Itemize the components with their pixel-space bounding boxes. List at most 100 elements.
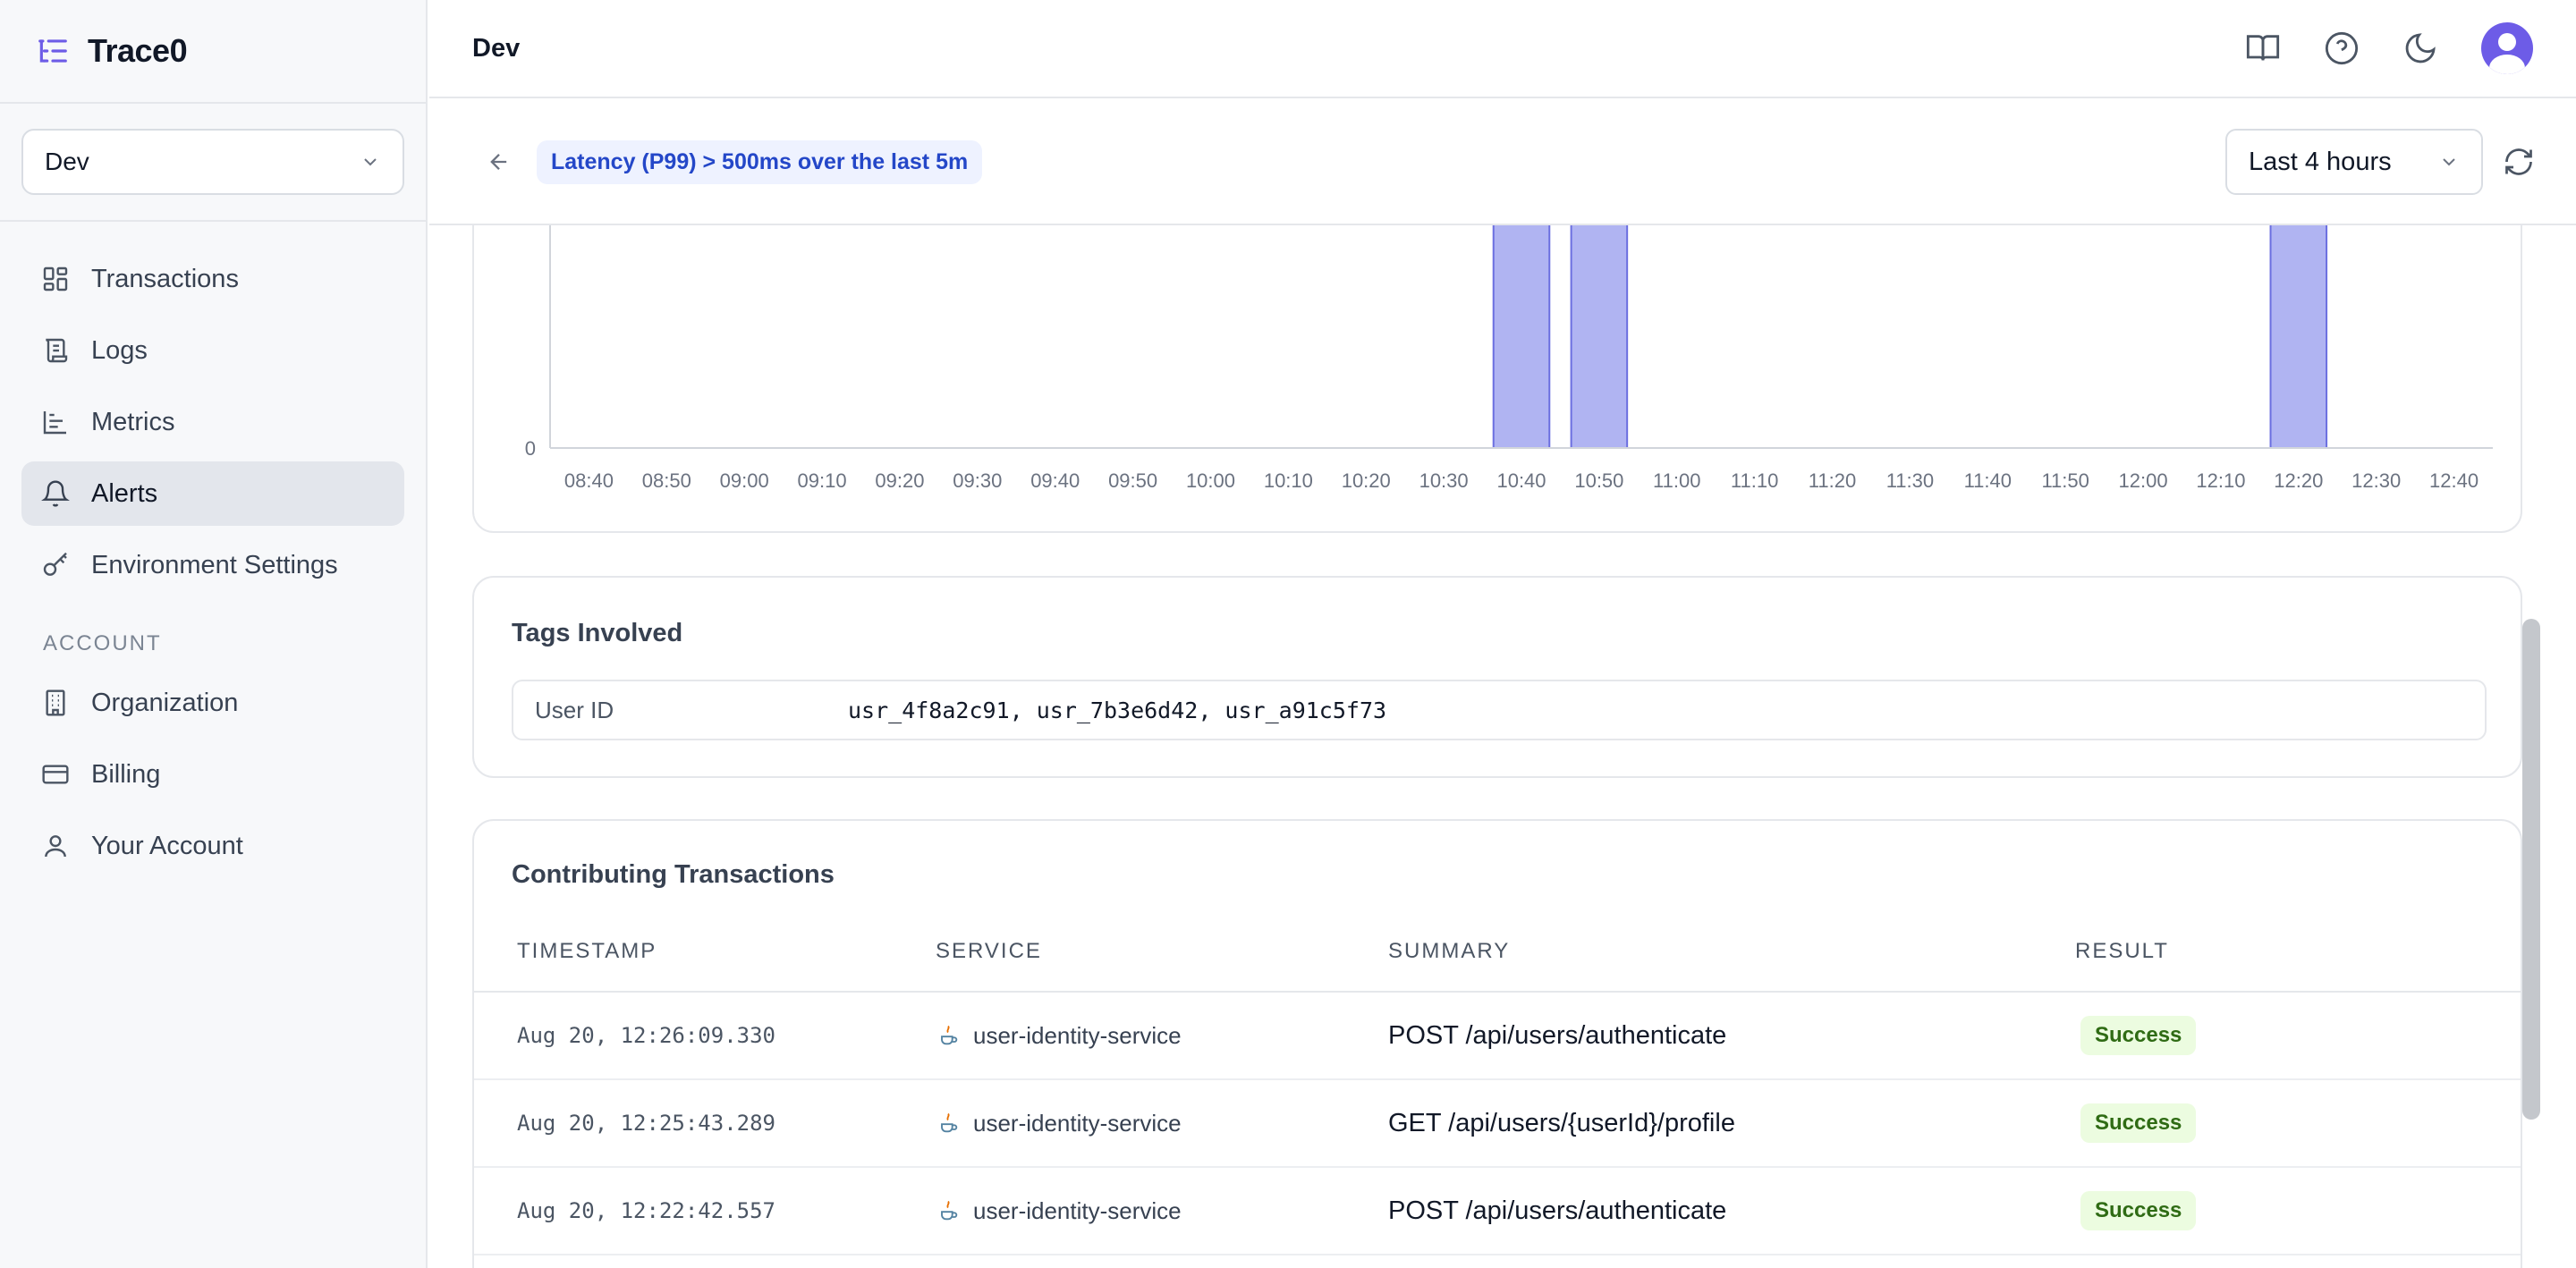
help-icon[interactable] bbox=[2324, 30, 2360, 66]
chevron-down-icon bbox=[2443, 158, 2455, 166]
top-header: Dev bbox=[429, 0, 2576, 98]
sidebar-item-metrics[interactable]: Metrics bbox=[21, 390, 404, 454]
y-tick-label: 0 bbox=[525, 437, 536, 460]
back-button[interactable] bbox=[481, 144, 517, 180]
alert-header: Latency (P99) > 500ms over the last 5m L… bbox=[429, 100, 2576, 225]
table-header: TIMESTAMP SERVICE SUMMARY RESULT bbox=[474, 934, 2521, 993]
time-range-select[interactable]: Last 4 hours bbox=[2225, 129, 2483, 195]
bell-icon bbox=[41, 480, 70, 507]
chart-bar[interactable] bbox=[2269, 225, 2328, 449]
result-cell: Success bbox=[2080, 993, 2197, 1078]
sidebar-item-organization[interactable]: Organization bbox=[21, 671, 404, 735]
service-name: user-identity-service bbox=[973, 1109, 1182, 1137]
x-tick-label: 11:30 bbox=[1886, 469, 1934, 492]
x-tick-label: 12:10 bbox=[2196, 469, 2245, 492]
dashboard-icon bbox=[43, 266, 68, 292]
chevron-down-icon bbox=[364, 158, 377, 166]
sidebar-item-label: Your Account bbox=[91, 831, 243, 860]
x-tick-label: 12:00 bbox=[2119, 469, 2168, 492]
moon-icon[interactable] bbox=[2402, 30, 2438, 66]
account-section-label: ACCOUNT bbox=[43, 631, 162, 655]
x-tick-label: 12:30 bbox=[2351, 469, 2401, 492]
page-title: Dev bbox=[472, 33, 521, 63]
column-header[interactable]: RESULT bbox=[2075, 934, 2169, 969]
x-tick-label: 10:40 bbox=[1496, 469, 1546, 492]
brand[interactable]: Trace0 bbox=[0, 0, 426, 104]
x-tick-label: 11:20 bbox=[1809, 469, 1856, 492]
column-header[interactable]: SUMMARY bbox=[1388, 934, 1510, 969]
service-cell: user-identity-service bbox=[936, 993, 1182, 1078]
x-tick-label: 09:00 bbox=[720, 469, 769, 492]
result-cell: Success bbox=[2080, 1080, 2197, 1166]
building-icon bbox=[46, 689, 65, 716]
scrollbar[interactable] bbox=[2522, 619, 2540, 1120]
transactions-title: Contributing Transactions bbox=[512, 860, 835, 889]
x-tick-label: 09:20 bbox=[875, 469, 924, 492]
timestamp-cell: Aug 20, 12:22:42.557 bbox=[517, 1198, 775, 1223]
key-icon bbox=[43, 552, 67, 576]
sidebar-item-billing[interactable]: Billing bbox=[21, 742, 404, 807]
transactions-card: Contributing Transactions TIMESTAMP SERV… bbox=[472, 819, 2522, 1268]
x-tick-label: 10:50 bbox=[1574, 469, 1623, 492]
chart-bar[interactable] bbox=[1492, 225, 1551, 449]
sidebar-item-label: Alerts bbox=[91, 478, 158, 508]
sidebar-item-alerts[interactable]: Alerts bbox=[21, 461, 404, 526]
column-header[interactable]: SERVICE bbox=[936, 934, 1042, 969]
book-icon[interactable] bbox=[2245, 30, 2281, 66]
service-name: user-identity-service bbox=[973, 1196, 1182, 1224]
table-row[interactable]: Aug 20, 12:22:42.557 user-identity-servi… bbox=[474, 1168, 2521, 1255]
java-icon bbox=[941, 1025, 958, 1045]
tag-row: User ID usr_4f8a2c91, usr_7b3e6d42, usr_… bbox=[512, 680, 2487, 740]
alert-condition-badge: Latency (P99) > 500ms over the last 5m bbox=[537, 139, 983, 184]
credit-card-icon bbox=[42, 765, 69, 784]
x-tick-label: 09:30 bbox=[953, 469, 1002, 492]
x-tick-label: 08:40 bbox=[564, 469, 614, 492]
x-tick-label: 10:10 bbox=[1264, 469, 1313, 492]
list-tree-icon bbox=[38, 39, 67, 63]
sidebar-item-transactions[interactable]: Transactions bbox=[21, 247, 404, 311]
x-tick-label: 09:50 bbox=[1108, 469, 1157, 492]
x-tick-label: 09:40 bbox=[1030, 469, 1080, 492]
sidebar-item-logs[interactable]: Logs bbox=[21, 318, 404, 383]
refresh-icon[interactable] bbox=[2503, 146, 2535, 178]
timestamp-cell: Aug 20, 12:25:43.289 bbox=[517, 1111, 775, 1136]
service-cell: user-identity-service bbox=[936, 1080, 1182, 1166]
sidebar-item-label: Metrics bbox=[91, 407, 175, 436]
status-badge: Success bbox=[2080, 1103, 2197, 1143]
tag-value: usr_4f8a2c91, usr_7b3e6d42, usr_a91c5f73 bbox=[848, 697, 1387, 723]
x-tick-label: 11:50 bbox=[2041, 469, 2089, 492]
status-badge: Success bbox=[2080, 1191, 2197, 1230]
environment-select[interactable]: Dev bbox=[21, 129, 404, 195]
table-row[interactable]: Aug 20, 12:25:43.289 user-identity-servi… bbox=[474, 1080, 2521, 1168]
sidebar-item-label: Organization bbox=[91, 688, 239, 717]
tags-card: Tags Involved User ID usr_4f8a2c91, usr_… bbox=[472, 576, 2522, 778]
sidebar-item-your-account[interactable]: Your Account bbox=[21, 814, 404, 878]
arrow-left-icon bbox=[490, 154, 507, 170]
timestamp-cell: Aug 20, 12:26:09.330 bbox=[517, 1023, 775, 1048]
environment-value: Dev bbox=[45, 148, 89, 175]
x-tick-label: 09:10 bbox=[798, 469, 847, 492]
scroll-icon bbox=[46, 338, 68, 363]
java-icon bbox=[941, 1112, 958, 1133]
service-cell: user-identity-service bbox=[936, 1168, 1182, 1254]
x-tick-label: 11:40 bbox=[1964, 469, 2012, 492]
java-icon bbox=[941, 1200, 958, 1221]
summary-cell: POST /api/users/authenticate bbox=[1388, 1196, 1727, 1225]
result-cell: Success bbox=[2080, 1168, 2197, 1254]
alert-bar-chart: 0 08:40 08:50 09:00 09:10 09:20 09:30 09:40 09:5… bbox=[525, 225, 2493, 492]
service-name: user-identity-service bbox=[973, 1021, 1182, 1049]
sidebar-item-label: Billing bbox=[91, 759, 161, 789]
x-tick-label: 11:00 bbox=[1653, 469, 1700, 492]
table-row[interactable]: Aug 20, 12:26:09.330 user-identity-servi… bbox=[474, 993, 2521, 1080]
alert-chart-card: 0 08:40 08:50 09:00 09:10 09:20 09:30 09:40 09:5… bbox=[472, 225, 2522, 533]
avatar[interactable] bbox=[2481, 22, 2533, 74]
sidebar-item-environment-settings[interactable]: Environment Settings bbox=[21, 533, 404, 597]
app-name: Trace0 bbox=[88, 32, 188, 69]
column-header[interactable]: TIMESTAMP bbox=[517, 934, 657, 969]
main-nav: Transactions Logs Metrics Alerts Environ… bbox=[0, 222, 426, 878]
x-tick-label: 10:00 bbox=[1186, 469, 1235, 492]
main-content: 0 08:40 08:50 09:00 09:10 09:20 09:30 09:40 09:5… bbox=[429, 225, 2540, 1268]
x-tick-label: 12:40 bbox=[2429, 469, 2479, 492]
x-tick-label: 10:30 bbox=[1419, 469, 1469, 492]
chart-bar[interactable] bbox=[1570, 225, 1629, 449]
